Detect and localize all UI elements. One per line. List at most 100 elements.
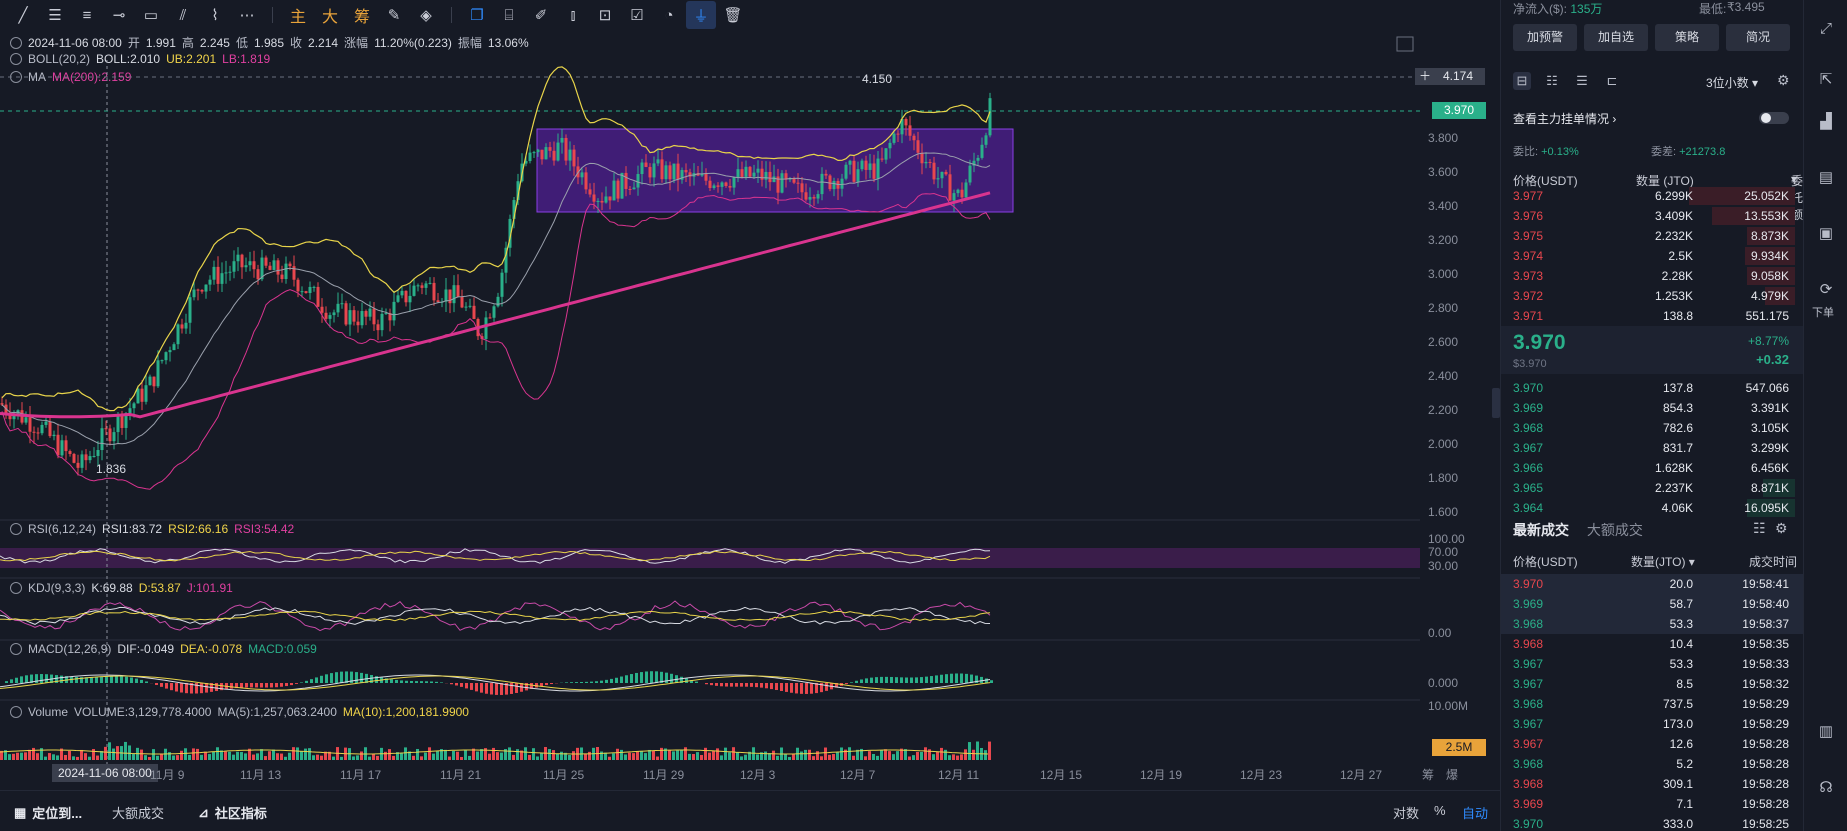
candle-body — [772, 176, 776, 183]
resize-icon[interactable]: ⤢ — [1816, 20, 1836, 40]
log-scale-button[interactable]: 对数 — [1393, 803, 1419, 822]
volume-bar — [424, 752, 427, 760]
candle-body — [656, 159, 660, 164]
percent-scale-button[interactable]: % — [1434, 803, 1446, 818]
macd-histogram-bar — [285, 683, 288, 687]
orderbook-row[interactable]: 3.972 1.253K 4.979K — [1501, 286, 1803, 306]
macd-histogram-bar — [330, 673, 333, 683]
candle-body — [224, 272, 228, 274]
candle-body — [748, 166, 752, 177]
trade-row: 3.970 333.0 19:58:25 — [1501, 814, 1803, 831]
volume-bar — [104, 746, 107, 760]
asks-only-icon[interactable]: ☰ — [1573, 72, 1591, 90]
macd-histogram-bar — [645, 671, 648, 683]
macd-histogram-bar — [485, 683, 488, 694]
add-alert-button[interactable]: 加预警 — [1513, 24, 1577, 51]
candle-body — [856, 169, 860, 182]
orderbook-row[interactable]: 3.969 854.3 3.391K — [1501, 398, 1803, 418]
last-price: 3.970 — [1513, 331, 1566, 354]
candle-body — [544, 147, 548, 160]
macd-histogram-bar — [415, 681, 418, 683]
orderbook-row[interactable]: 3.967 831.7 3.299K — [1501, 438, 1803, 458]
order-label[interactable]: 下单 — [1812, 304, 1834, 320]
orderbook-row[interactable]: 3.966 1.628K 6.456K — [1501, 458, 1803, 478]
settings-icon[interactable]: ⚙ — [1775, 520, 1788, 537]
tab-large-trades[interactable]: 大额成交 — [1587, 522, 1643, 538]
add-alert-icon[interactable]: ＋ — [1419, 68, 1431, 85]
large-trades-button[interactable]: 大额成交 — [112, 803, 164, 822]
volume-bar — [152, 749, 155, 760]
volume-bar — [372, 753, 375, 760]
trade-qty: 58.7 — [1669, 597, 1693, 611]
candle-body — [348, 310, 352, 325]
orderbook-row[interactable]: 3.971 138.8 551.175 — [1501, 306, 1803, 326]
trade-time: 19:58:37 — [1742, 617, 1789, 631]
signal-icon[interactable]: ▟ — [1816, 112, 1836, 132]
chart-area[interactable]: ╱ ☰ ≡ ⊸ ▭ ⫽ ⌇ ⋯ 主 大 筹 ✎ ◈ ❐ ⌸ ✐ ⫾ ⊡ ☑ ◔ … — [0, 0, 1500, 831]
blast-toggle[interactable]: 爆 — [1446, 766, 1458, 783]
expand-icon[interactable]: ⇱ — [1816, 70, 1836, 90]
candle-body — [652, 163, 656, 178]
macd-histogram-bar — [145, 681, 148, 683]
drawn-rectangle[interactable] — [536, 128, 1014, 213]
orderbook-row[interactable]: 3.977 6.299K 25.052K — [1501, 186, 1803, 206]
volume-bar — [816, 751, 819, 760]
candlestick-chart[interactable]: 4.150 1.836 — [0, 0, 1420, 790]
headset-icon[interactable]: ☊ — [1816, 778, 1836, 798]
candle-body — [980, 144, 984, 158]
macd-histogram-bar — [110, 676, 113, 683]
overview-button[interactable]: 简况 — [1726, 24, 1790, 51]
add-watchlist-button[interactable]: 加自选 — [1584, 24, 1648, 51]
orderbook-row[interactable]: 3.974 2.5K 9.934K — [1501, 246, 1803, 266]
candle-body — [148, 376, 152, 386]
chips-toggle[interactable]: 筹 — [1422, 766, 1434, 783]
terminal-icon[interactable]: ▣ — [1816, 224, 1836, 244]
strategy-button[interactable]: 策略 — [1655, 24, 1719, 51]
macd-histogram-bar — [340, 671, 343, 683]
watch-orders-link[interactable]: 查看主力挂单情况 › — [1513, 110, 1616, 127]
stats-icon[interactable]: ▤ — [1816, 168, 1836, 188]
orderbook-row[interactable]: 3.964 4.06K 16.095K — [1501, 498, 1803, 518]
volume-bar — [92, 749, 95, 760]
orderbook-row[interactable]: 3.970 137.8 547.066 — [1501, 378, 1803, 398]
orderbook-row[interactable]: 3.965 2.237K 8.871K — [1501, 478, 1803, 498]
amount-column-header[interactable]: 委托额 ▾ — [1791, 172, 1803, 222]
volume-bar — [756, 754, 759, 760]
indicator-axis-label: 0.000 — [1428, 676, 1459, 690]
locate-button[interactable]: ▦ 定位到... — [14, 803, 82, 822]
layout-icon[interactable]: ▥ — [1816, 722, 1836, 742]
bids-only-icon[interactable]: ☷ — [1543, 72, 1561, 90]
trade-row: 3.967 12.6 19:58:28 — [1501, 734, 1803, 754]
candle-body — [200, 289, 204, 292]
panel-collapse-handle[interactable] — [1492, 388, 1500, 418]
settings-icon[interactable]: ⚙ — [1777, 72, 1790, 89]
watch-orders-toggle[interactable] — [1759, 112, 1789, 124]
macd-histogram-bar — [390, 679, 393, 683]
orderbook-row[interactable]: 3.968 782.6 3.105K — [1501, 418, 1803, 438]
candle-body — [452, 285, 456, 304]
fullscreen-icon[interactable] — [1396, 36, 1414, 52]
volume-bar — [872, 754, 875, 760]
trade-qty-header[interactable]: 数量(JTO) ▾ — [1631, 553, 1695, 570]
community-indicators-button[interactable]: ⊿ 社区指标 — [198, 803, 267, 822]
volume-bar — [976, 741, 979, 760]
trade-price: 3.968 — [1513, 777, 1544, 791]
orderbook-row[interactable]: 3.973 2.28K 9.058K — [1501, 266, 1803, 286]
volume-bar — [724, 747, 727, 760]
tab-latest-trades[interactable]: 最新成交 — [1513, 522, 1569, 538]
candle-body — [336, 303, 340, 313]
depth-icon[interactable]: ⊏ — [1603, 72, 1621, 90]
auto-scale-button[interactable]: 自动 — [1462, 803, 1488, 822]
orderbook-row[interactable]: 3.975 2.232K 8.873K — [1501, 226, 1803, 246]
orderbook-price: 3.969 — [1513, 401, 1544, 415]
filter-list-icon[interactable]: ☷ — [1753, 520, 1766, 537]
candle-body — [268, 265, 272, 270]
candle-body — [24, 417, 28, 423]
decimal-select[interactable]: 3位小数 ▾ — [1706, 74, 1758, 91]
volume-bar — [184, 748, 187, 760]
order-icon[interactable]: ⟳ — [1816, 280, 1836, 300]
candle-body — [48, 421, 52, 437]
orderbook-row[interactable]: 3.976 3.409K 13.553K — [1501, 206, 1803, 226]
both-sides-icon[interactable]: ⊟ — [1513, 72, 1531, 90]
volume-bar — [144, 755, 147, 760]
